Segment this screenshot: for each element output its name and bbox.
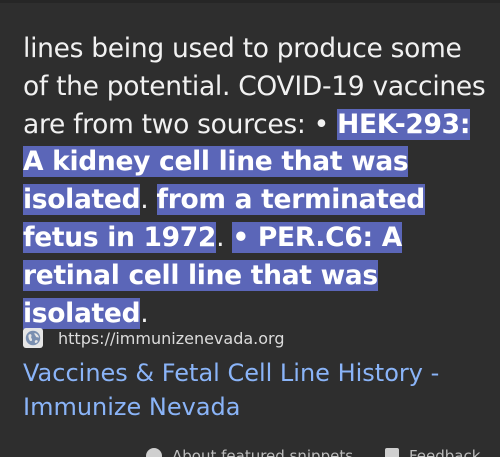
about-featured-snippets-label: About featured snippets — [172, 447, 354, 457]
result-title-link[interactable]: Vaccines & Fetal Cell Line History - Imm… — [23, 356, 483, 424]
help-icon — [146, 448, 162, 457]
snippet-text-plain: . — [216, 221, 233, 253]
featured-snippet-text: lines being used to produce some of the … — [23, 30, 491, 332]
about-featured-snippets-button[interactable]: About featured snippets — [146, 447, 353, 457]
feedback-label: Feedback — [409, 447, 481, 457]
snippet-text-plain: . — [140, 297, 149, 329]
feedback-icon — [385, 448, 399, 457]
snippet-footer: About featured snippets Feedback — [0, 444, 500, 457]
source-url[interactable]: https://immunizenevada.org — [58, 329, 284, 348]
top-edge-bar — [0, 0, 500, 3]
source-row[interactable]: https://immunizenevada.org — [23, 327, 284, 349]
snippet-text-plain: . — [140, 184, 157, 216]
globe-icon — [23, 328, 43, 348]
feedback-button[interactable]: Feedback — [385, 447, 480, 457]
